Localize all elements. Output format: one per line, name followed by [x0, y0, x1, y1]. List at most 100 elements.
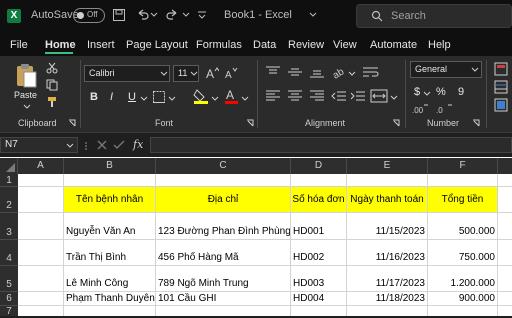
- undo-dropdown-icon[interactable]: [150, 9, 158, 21]
- middle-align-icon[interactable]: [287, 65, 303, 79]
- name-box-chevron-icon[interactable]: [66, 142, 74, 150]
- table-cell[interactable]: HD001: [291, 213, 347, 240]
- table-cell[interactable]: 789 Ngõ Minh Trung: [156, 266, 291, 292]
- redo-icon[interactable]: [165, 8, 179, 22]
- undo-icon[interactable]: [136, 8, 150, 22]
- table-cell[interactable]: 1.200.000: [428, 266, 498, 292]
- enter-check-icon[interactable]: [113, 139, 125, 151]
- table-cell[interactable]: 456 Phố Hàng Mã: [156, 240, 291, 266]
- decrease-font-icon[interactable]: A: [224, 66, 238, 80]
- font-name-dropdown[interactable]: Calibri: [84, 65, 170, 82]
- font-color-dropdown-icon[interactable]: [241, 95, 249, 103]
- format-as-table-icon[interactable]: [494, 80, 508, 94]
- increase-decimal-icon[interactable]: .00: [412, 103, 430, 115]
- table-cell[interactable]: 11/15/2023: [347, 213, 428, 240]
- number-launcher-icon[interactable]: [472, 119, 480, 127]
- align-right-icon[interactable]: [309, 89, 325, 103]
- select-all-button[interactable]: [0, 158, 18, 174]
- conditional-formatting-icon[interactable]: [494, 62, 508, 76]
- table-cell[interactable]: 101 Cầu GHI: [156, 292, 291, 306]
- font-launcher-icon[interactable]: [246, 119, 254, 127]
- customize-toolbar-icon[interactable]: [196, 9, 208, 21]
- table-cell[interactable]: 11/16/2023: [347, 240, 428, 266]
- column-header-g[interactable]: [498, 158, 512, 174]
- header-cell-patient-name[interactable]: Tên bệnh nhân: [64, 187, 156, 213]
- table-cell[interactable]: 500.000: [428, 213, 498, 240]
- comma-style-button[interactable]: 9: [458, 86, 464, 98]
- insert-function-button[interactable]: fx: [133, 138, 143, 151]
- table-cell[interactable]: 123 Đường Phan Đình Phùng: [156, 213, 291, 240]
- format-painter-icon[interactable]: [46, 96, 58, 108]
- currency-button[interactable]: $: [414, 86, 420, 98]
- column-header-f[interactable]: F: [428, 158, 498, 174]
- tab-formulas[interactable]: Formulas: [196, 39, 242, 51]
- tab-insert[interactable]: Insert: [87, 39, 115, 51]
- column-header-d[interactable]: D: [291, 158, 347, 174]
- underline-button[interactable]: U: [128, 91, 136, 103]
- borders-icon[interactable]: [152, 90, 166, 104]
- autosave-toggle[interactable]: Off: [73, 8, 105, 23]
- increase-indent-icon[interactable]: [350, 89, 366, 103]
- merge-dropdown-icon[interactable]: [390, 94, 398, 102]
- row-header-4[interactable]: 4: [0, 240, 18, 266]
- borders-dropdown-icon[interactable]: [168, 95, 176, 103]
- font-size-chevron-icon[interactable]: [190, 70, 198, 78]
- tab-home[interactable]: Home: [45, 39, 76, 51]
- bottom-align-icon[interactable]: [309, 65, 325, 79]
- table-cell[interactable]: Trần Thị Bình: [64, 240, 156, 266]
- tab-page-layout[interactable]: Page Layout: [126, 39, 188, 51]
- percent-button[interactable]: %: [436, 86, 446, 98]
- row-header-1[interactable]: 1: [0, 174, 18, 187]
- header-cell-payment-date[interactable]: Ngày thanh toán: [347, 187, 428, 213]
- table-cell[interactable]: Nguyễn Văn An: [64, 213, 156, 240]
- table-cell[interactable]: HD004: [291, 292, 347, 306]
- tab-view[interactable]: View: [333, 39, 357, 51]
- row-header-5[interactable]: 5: [0, 266, 18, 292]
- orientation-dropdown-icon[interactable]: [348, 70, 356, 78]
- currency-dropdown-icon[interactable]: [423, 90, 431, 98]
- header-cell-address[interactable]: Địa chỉ: [156, 187, 291, 213]
- tab-automate[interactable]: Automate: [370, 39, 417, 51]
- wrap-text-icon[interactable]: [362, 65, 380, 79]
- orientation-icon[interactable]: ab: [331, 64, 347, 80]
- alignment-launcher-icon[interactable]: [392, 119, 400, 127]
- tab-help[interactable]: Help: [428, 39, 451, 51]
- cancel-icon[interactable]: [96, 139, 108, 151]
- paste-icon[interactable]: [14, 62, 38, 90]
- table-cell[interactable]: Phạm Thanh Duyên: [64, 292, 156, 306]
- row-header-3[interactable]: 3: [0, 213, 18, 240]
- tab-file[interactable]: File: [10, 39, 28, 51]
- bold-button[interactable]: B: [90, 91, 98, 103]
- table-cell[interactable]: 750.000: [428, 240, 498, 266]
- header-cell-total[interactable]: Tổng tiền: [428, 187, 498, 213]
- increase-font-icon[interactable]: A: [205, 66, 219, 80]
- paste-dropdown-icon[interactable]: [22, 103, 32, 111]
- number-format-chevron-icon[interactable]: [471, 66, 479, 74]
- table-cell[interactable]: 11/18/2023: [347, 292, 428, 306]
- top-align-icon[interactable]: [265, 65, 281, 79]
- decrease-indent-icon[interactable]: [331, 89, 347, 103]
- font-color-icon[interactable]: A: [224, 88, 240, 104]
- merge-center-icon[interactable]: [370, 89, 388, 103]
- decrease-decimal-icon[interactable]: .0: [436, 103, 454, 115]
- formula-bar-grip-icon[interactable]: [84, 141, 88, 151]
- align-left-icon[interactable]: [265, 89, 281, 103]
- font-name-chevron-icon[interactable]: [160, 70, 168, 78]
- cell-styles-icon[interactable]: [494, 98, 508, 112]
- underline-dropdown-icon[interactable]: [140, 95, 148, 103]
- table-cell[interactable]: 900.000: [428, 292, 498, 306]
- tab-data[interactable]: Data: [253, 39, 276, 51]
- redo-dropdown-icon[interactable]: [182, 9, 190, 21]
- header-cell-invoice-number[interactable]: Số hóa đơn: [291, 187, 347, 213]
- search-box[interactable]: Search: [356, 4, 512, 28]
- paste-label[interactable]: Paste: [14, 90, 37, 100]
- tab-review[interactable]: Review: [288, 39, 324, 51]
- table-cell[interactable]: HD003: [291, 266, 347, 292]
- copy-icon[interactable]: [46, 79, 58, 91]
- clipboard-launcher-icon[interactable]: [68, 119, 76, 127]
- column-header-a[interactable]: A: [18, 158, 64, 174]
- align-center-icon[interactable]: [287, 89, 303, 103]
- formula-input[interactable]: [150, 137, 512, 153]
- column-header-c[interactable]: C: [156, 158, 291, 174]
- fill-color-icon[interactable]: [193, 88, 209, 104]
